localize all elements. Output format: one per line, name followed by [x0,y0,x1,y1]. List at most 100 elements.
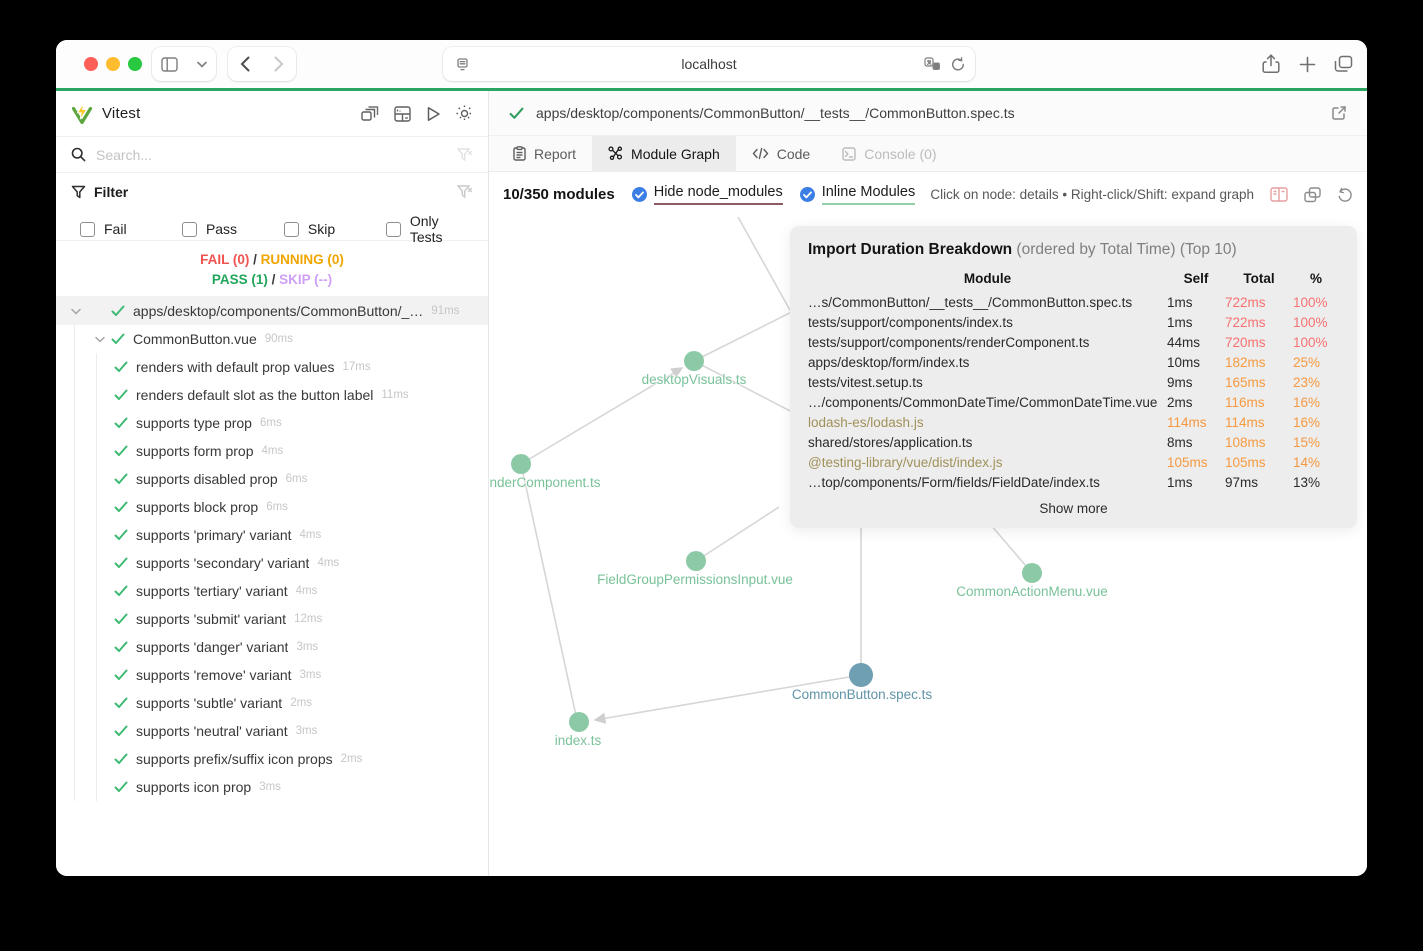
check-icon [509,107,524,120]
table-row: tests/vitest.setup.ts 9ms 165ms 23% [808,374,1321,390]
vitest-sidebar: Vitest Search... Filter Fail Pass Skip O… [56,91,489,876]
forward-button[interactable] [274,56,284,72]
fail-checkbox[interactable] [80,221,95,237]
translate-icon[interactable]: あ [924,57,941,71]
graph-node[interactable] [686,551,706,571]
show-more-link[interactable]: Show more [808,501,1339,516]
graph-node[interactable] [569,712,589,732]
search-placeholder[interactable]: Search... [96,147,152,163]
graph-hint: Click on node: details • Right-click/Shi… [930,187,1254,202]
dashboard-icon[interactable] [394,105,411,122]
address-bar[interactable]: localhost あ [443,47,975,81]
app-title: Vitest [102,105,141,122]
chevron-down-icon[interactable] [71,308,81,315]
graph-node-label[interactable]: CommonButton.spec.ts [792,687,932,702]
check-icon [114,501,128,513]
nav-buttons [228,47,296,81]
theme-sun-icon[interactable] [456,105,473,122]
check-icon [114,641,128,653]
search-bar[interactable]: Search... [56,136,488,173]
graph-node-label[interactable]: desktopVisuals.ts [642,372,747,387]
clear-search-filter-icon[interactable] [457,147,473,162]
chevron-down-icon[interactable] [197,61,207,68]
graph-node-root[interactable] [849,663,873,687]
tab-console[interactable]: Console (0) [826,136,952,171]
tab-report[interactable]: Report [497,136,592,171]
test-case-row[interactable]: supports 'danger' variant 3ms [56,633,488,661]
filter-option-pass[interactable]: Pass [173,213,275,245]
pass-checkbox[interactable] [181,221,197,237]
clear-filter-icon[interactable] [457,185,473,199]
graph-node[interactable] [684,351,704,371]
filter-option-fail[interactable]: Fail [71,213,173,245]
check-icon [114,725,128,737]
expand-graph-icon[interactable] [1304,186,1321,203]
graph-node[interactable] [1022,563,1042,583]
checked-checkbox-icon[interactable] [799,187,815,202]
test-case-row[interactable]: supports 'remove' variant 3ms [56,661,488,689]
back-button[interactable] [240,56,250,72]
skip-checkbox[interactable] [283,221,299,237]
open-external-icon[interactable] [1331,105,1347,121]
sidebar-toggle-group[interactable] [152,47,216,81]
reload-icon[interactable] [951,56,965,72]
test-case-row[interactable]: supports 'subtle' variant 2ms [56,689,488,717]
check-icon [114,445,128,457]
filter-option-only-tests[interactable]: Only Tests [377,213,473,245]
checked-checkbox-icon[interactable] [631,187,647,202]
test-file-row[interactable]: apps/desktop/components/CommonButton/_… 9… [56,297,488,325]
graph-node-label[interactable]: index.ts [555,733,602,748]
test-case-row[interactable]: supports type prop 6ms [56,409,488,437]
test-case-row[interactable]: supports block prop 6ms [56,493,488,521]
graph-node[interactable] [511,454,531,474]
minimize-window-button[interactable] [106,57,120,71]
test-case-row[interactable]: supports 'submit' variant 12ms [56,605,488,633]
module-graph-icon [608,146,623,161]
test-case-row[interactable]: supports disabled prop 6ms [56,465,488,493]
share-button[interactable] [1262,54,1280,74]
only-tests-checkbox[interactable] [385,221,401,237]
test-case-row[interactable]: supports icon prop 3ms [56,773,488,801]
reset-graph-icon[interactable] [1337,187,1353,203]
import-duration-popover: Import Duration Breakdown (ordered by To… [790,226,1357,528]
col-module: Module [963,271,1012,286]
graph-toolbar: 10/350 modules Hide node_modules Inline … [489,172,1367,217]
check-icon [111,305,125,317]
url-text[interactable]: localhost [443,56,975,72]
popover-subtitle: (ordered by Total Time) (Top 10) [1016,241,1237,258]
test-suite-row[interactable]: CommonButton.vue 90ms [56,325,488,353]
check-icon [114,389,128,401]
check-icon [111,333,125,345]
test-case-row[interactable]: supports form prop 4ms [56,437,488,465]
filter-option-skip[interactable]: Skip [275,213,377,245]
details-book-icon[interactable] [1270,187,1288,202]
console-icon [842,146,856,161]
table-row: lodash-es/lodash.js 114ms 114ms 16% [808,414,1321,430]
sidebar-toggle-icon[interactable] [161,56,178,72]
inline-modules-toggle[interactable]: Inline Modules [799,184,916,205]
tab-overview-button[interactable] [1334,55,1353,73]
graph-node-label[interactable]: FieldGroupPermissionsInput.vue [597,572,793,587]
test-case-row[interactable]: supports prefix/suffix icon props 2ms [56,745,488,773]
cascade-windows-icon[interactable] [361,105,379,122]
tab-module-graph[interactable]: Module Graph [592,136,736,171]
graph-node-label[interactable]: CommonActionMenu.vue [956,584,1108,599]
zoom-window-button[interactable] [128,57,142,71]
test-case-row[interactable]: supports 'neutral' variant 3ms [56,717,488,745]
test-case-row[interactable]: supports 'secondary' variant 4ms [56,549,488,577]
module-graph-canvas[interactable]: desktopVisuals.ts renderComponent.ts Fie… [489,217,1367,876]
graph-node-label[interactable]: renderComponent.ts [489,475,601,490]
run-tests-icon[interactable] [426,106,441,122]
test-case-row[interactable]: supports 'tertiary' variant 4ms [56,577,488,605]
check-icon [114,753,128,765]
test-case-row[interactable]: supports 'primary' variant 4ms [56,521,488,549]
tab-code[interactable]: Code [736,136,826,171]
hide-node-modules-toggle[interactable]: Hide node_modules [631,184,783,205]
test-case-row[interactable]: renders default slot as the button label… [56,381,488,409]
test-case-row[interactable]: renders with default prop values 17ms [56,353,488,381]
table-row: …top/components/Form/fields/FieldDate/in… [808,474,1321,490]
chevron-down-icon[interactable] [95,336,105,343]
close-window-button[interactable] [84,57,98,71]
test-tree: apps/desktop/components/CommonButton/_… 9… [56,297,488,801]
new-tab-button[interactable] [1299,56,1316,73]
